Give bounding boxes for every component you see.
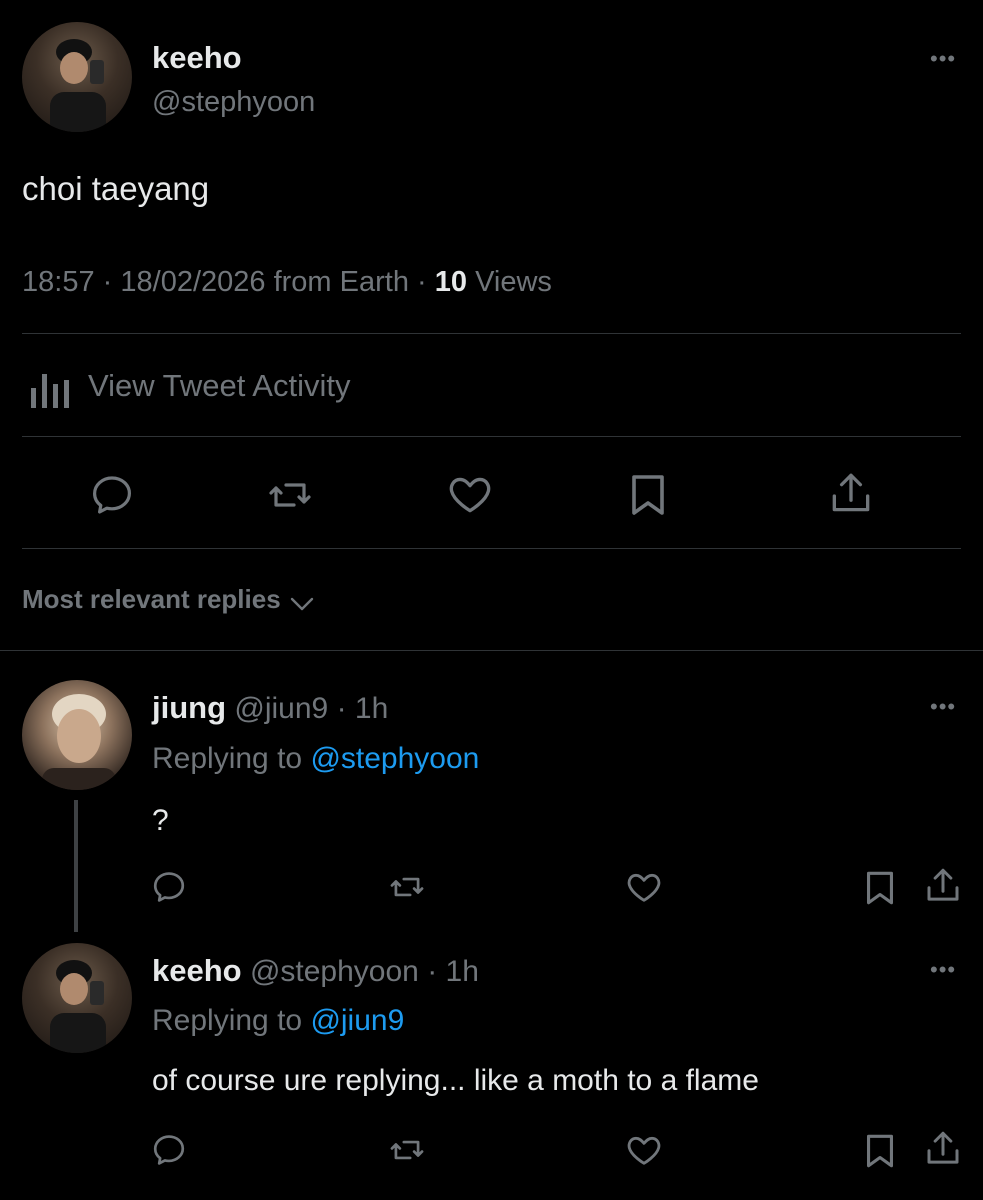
tweet-text: choi taeyang	[22, 170, 210, 207]
sort-label: Most relevant replies	[22, 584, 281, 614]
bookmark-icon[interactable]	[862, 1131, 898, 1171]
tweet-date: 18/02/2026	[120, 266, 266, 298]
replying-prefix: Replying to	[152, 1004, 303, 1037]
reply-avatar[interactable]	[22, 680, 132, 790]
share-icon[interactable]	[922, 1127, 964, 1171]
reply-header: keeho @stephyoon · 1h	[152, 953, 479, 989]
meta-separator: ·	[427, 955, 438, 988]
more-icon[interactable]: •••	[930, 959, 956, 981]
view-activity-row[interactable]: View Tweet Activity	[22, 366, 622, 410]
heart-icon[interactable]	[445, 469, 495, 519]
retweet-icon[interactable]	[387, 868, 427, 906]
reply-author-handle[interactable]: @stephyoon	[250, 955, 419, 988]
tweet-time: 18:57	[22, 266, 95, 298]
thread-line	[74, 800, 78, 932]
view-activity-label: View Tweet Activity	[88, 368, 351, 403]
activity-chart-icon	[28, 370, 70, 410]
divider	[22, 548, 961, 549]
author-name[interactable]: keeho	[152, 40, 242, 76]
replying-to-handle[interactable]: @jiun9	[310, 1004, 404, 1037]
avatar-figure	[50, 960, 106, 1053]
replying-to: Replying to @stephyoon	[152, 742, 479, 776]
author-handle[interactable]: @stephyoon	[152, 86, 315, 119]
reply-icon[interactable]	[150, 868, 188, 906]
author-avatar[interactable]	[22, 22, 132, 132]
reply-text: ?	[152, 804, 169, 837]
retweet-icon[interactable]	[387, 1131, 427, 1169]
replying-prefix: Replying to	[152, 742, 303, 775]
reply-icon[interactable]	[88, 471, 136, 519]
views-count[interactable]: 10	[435, 266, 467, 298]
heart-icon[interactable]	[624, 1130, 664, 1170]
avatar-figure	[42, 694, 116, 790]
share-icon[interactable]	[826, 468, 876, 520]
replying-to-handle[interactable]: @stephyoon	[310, 742, 479, 775]
reply-author-name[interactable]: keeho	[152, 953, 242, 988]
more-icon[interactable]: •••	[930, 48, 956, 70]
more-icon[interactable]: •••	[930, 696, 956, 718]
reply-time[interactable]: 1h	[355, 692, 388, 725]
divider	[22, 333, 961, 334]
views-label[interactable]: Views	[475, 266, 552, 298]
reply-text: of course ure replying... like a moth to…	[152, 1064, 759, 1097]
avatar-figure	[50, 39, 106, 132]
chevron-down-icon	[289, 594, 315, 614]
reply-time[interactable]: 1h	[446, 955, 479, 988]
reply-avatar[interactable]	[22, 943, 132, 1053]
meta-separator: ·	[102, 266, 113, 298]
reply-header: jiung @jiun9 · 1h	[152, 690, 388, 726]
reply-author-name[interactable]: jiung	[152, 690, 226, 725]
meta-separator: ·	[417, 266, 427, 298]
tweet-location: from Earth	[273, 266, 409, 298]
reply-icon[interactable]	[150, 1131, 188, 1169]
reply-author-handle[interactable]: @jiun9	[234, 692, 328, 725]
bookmark-icon[interactable]	[862, 868, 898, 908]
meta-separator: ·	[336, 692, 347, 725]
divider	[22, 436, 961, 437]
divider	[0, 650, 983, 651]
share-icon[interactable]	[922, 864, 964, 908]
heart-icon[interactable]	[624, 867, 664, 907]
replies-sort-dropdown[interactable]: Most relevant replies	[22, 584, 315, 615]
tweet-meta: 18:57 · 18/02/2026 from Earth · 10 Views	[22, 266, 552, 299]
retweet-icon[interactable]	[265, 471, 315, 519]
bookmark-icon[interactable]	[626, 471, 670, 519]
replying-to: Replying to @jiun9	[152, 1004, 404, 1038]
